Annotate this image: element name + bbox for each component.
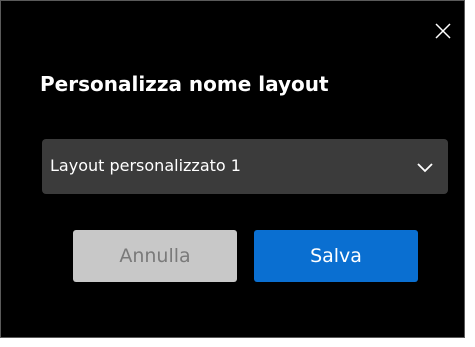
- layout-name-dropdown[interactable]: Layout personalizzato 1: [42, 139, 448, 194]
- close-button[interactable]: [433, 21, 453, 41]
- dropdown-value: Layout personalizzato 1: [50, 156, 241, 175]
- save-button[interactable]: Salva: [254, 230, 418, 282]
- dialog: Personalizza nome layout Layout personal…: [0, 0, 465, 338]
- close-icon: [435, 23, 451, 39]
- cancel-button[interactable]: Annulla: [73, 230, 237, 282]
- chevron-down-icon: [417, 163, 433, 173]
- dialog-title: Personalizza nome layout: [40, 72, 329, 96]
